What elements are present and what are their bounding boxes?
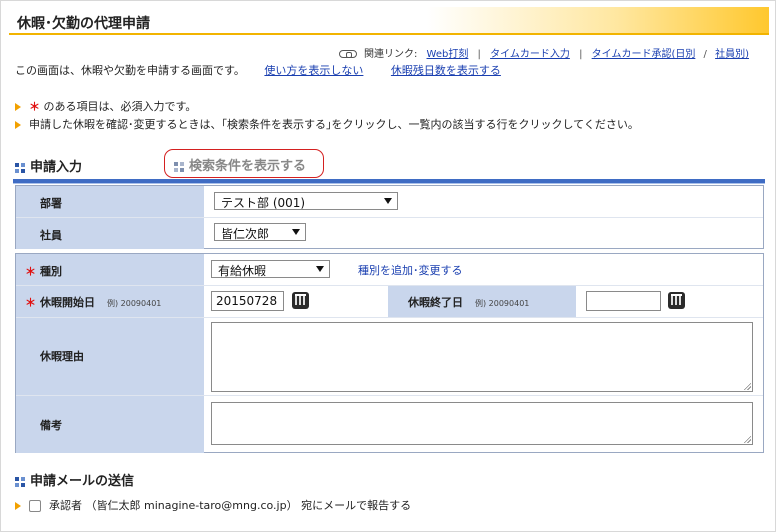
show-search-conditions-label: 検索条件を表示する [189, 159, 307, 174]
type-label: ＊種別 [16, 254, 204, 285]
intro-text: この画面は、休暇や欠勤を申請する画面です。 [15, 64, 245, 77]
employee-box: 部署 テスト部 (001) 社員 皆仁次郎 [15, 185, 764, 249]
reason-label: 休暇理由 [16, 318, 204, 395]
link-timecard-approval-daily[interactable]: タイムカード承認(日別 [592, 49, 696, 60]
section-grid-icon [174, 161, 184, 172]
section-divider-bar [13, 179, 765, 184]
chevron-down-icon [316, 266, 324, 272]
start-date-input[interactable]: 20150728 [211, 291, 284, 311]
intro-line: この画面は、休暇や欠勤を申請する画面です。 使い方を表示しない 休暇残日数を表示… [15, 62, 501, 78]
bullet-arrow-icon [15, 121, 21, 129]
link-separator: | [477, 49, 481, 60]
show-remaining-days-link[interactable]: 休暇残日数を表示する [391, 64, 501, 77]
confirm-note: 申請した休暇を確認･変更するときは、｢検索条件を表示する｣をクリックし、一覧内の… [15, 116, 639, 132]
edit-type-link[interactable]: 種別を追加･変更する [358, 262, 463, 278]
page-title: 休暇･欠勤の代理申請 [17, 16, 150, 32]
emp-label: 社員 [16, 218, 204, 249]
dept-select-value: テスト部 (001) [221, 196, 306, 210]
resize-grip-icon[interactable] [743, 382, 751, 390]
end-date-label: 休暇終了日 例) 20090401 [388, 286, 576, 317]
type-select[interactable]: 有給休暇 [211, 260, 330, 278]
related-links: 関連リンク: Web打刻 | タイムカード入力 | タイムカード承認(日別 / … [338, 45, 749, 60]
required-note: ＊ のある項目は、必須入力です。 [15, 98, 196, 114]
section-grid-icon [15, 162, 25, 173]
bullet-arrow-icon [15, 103, 21, 111]
mail-notify-row: 承認者 （皆仁太郎 minagine-taro@mng.co.jp） 宛にメール… [15, 497, 411, 513]
memo-textarea[interactable] [211, 402, 753, 445]
start-date-label: ＊休暇開始日 例) 20090401 [16, 286, 204, 317]
link-chain-icon [338, 50, 357, 58]
link-separator: | [579, 49, 583, 60]
link-separator: / [703, 49, 707, 60]
resize-grip-icon[interactable] [743, 435, 751, 443]
link-timecard-input[interactable]: タイムカード入力 [490, 49, 570, 60]
leave-form-box: ＊種別 有給休暇 種別を追加･変更する ＊休暇開始日 例) 20090401 20… [15, 253, 764, 453]
required-mark: ＊ [29, 100, 40, 113]
page: 休暇･欠勤の代理申請 関連リンク: Web打刻 | タイムカード入力 | タイム… [0, 0, 776, 532]
end-calendar-icon[interactable] [668, 292, 685, 309]
chevron-down-icon [384, 198, 392, 204]
memo-label: 備考 [16, 396, 204, 453]
section-grid-icon [15, 476, 25, 487]
related-links-prefix: 関連リンク: [363, 49, 418, 60]
link-timecard-approval-employee[interactable]: 社員別) [715, 49, 749, 60]
mail-notify-checkbox[interactable] [29, 500, 41, 512]
dept-select[interactable]: テスト部 (001) [214, 192, 398, 210]
mail-section-heading: 申請メールの送信 [15, 470, 134, 489]
chevron-down-icon [292, 229, 300, 235]
dept-label: 部署 [16, 186, 204, 217]
apply-section-heading: 申請入力 [15, 156, 82, 175]
hide-usage-link[interactable]: 使い方を表示しない [264, 64, 363, 77]
reason-textarea[interactable] [211, 322, 753, 392]
mail-notify-text: 承認者 （皆仁太郎 minagine-taro@mng.co.jp） 宛にメール… [49, 499, 412, 512]
link-web-punch[interactable]: Web打刻 [427, 49, 469, 60]
show-search-conditions-tab[interactable]: 検索条件を表示する [164, 149, 324, 178]
required-note-text: のある項目は、必須入力です。 [40, 100, 197, 113]
start-calendar-icon[interactable] [292, 292, 309, 309]
confirm-note-text: 申請した休暇を確認･変更するときは、｢検索条件を表示する｣をクリックし、一覧内の… [29, 118, 639, 131]
end-date-input[interactable] [586, 291, 661, 311]
emp-select[interactable]: 皆仁次郎 [214, 223, 306, 241]
type-select-value: 有給休暇 [218, 264, 267, 278]
title-bar: 休暇･欠勤の代理申請 [9, 7, 769, 35]
bullet-arrow-icon [15, 502, 21, 510]
emp-select-value: 皆仁次郎 [221, 227, 270, 241]
